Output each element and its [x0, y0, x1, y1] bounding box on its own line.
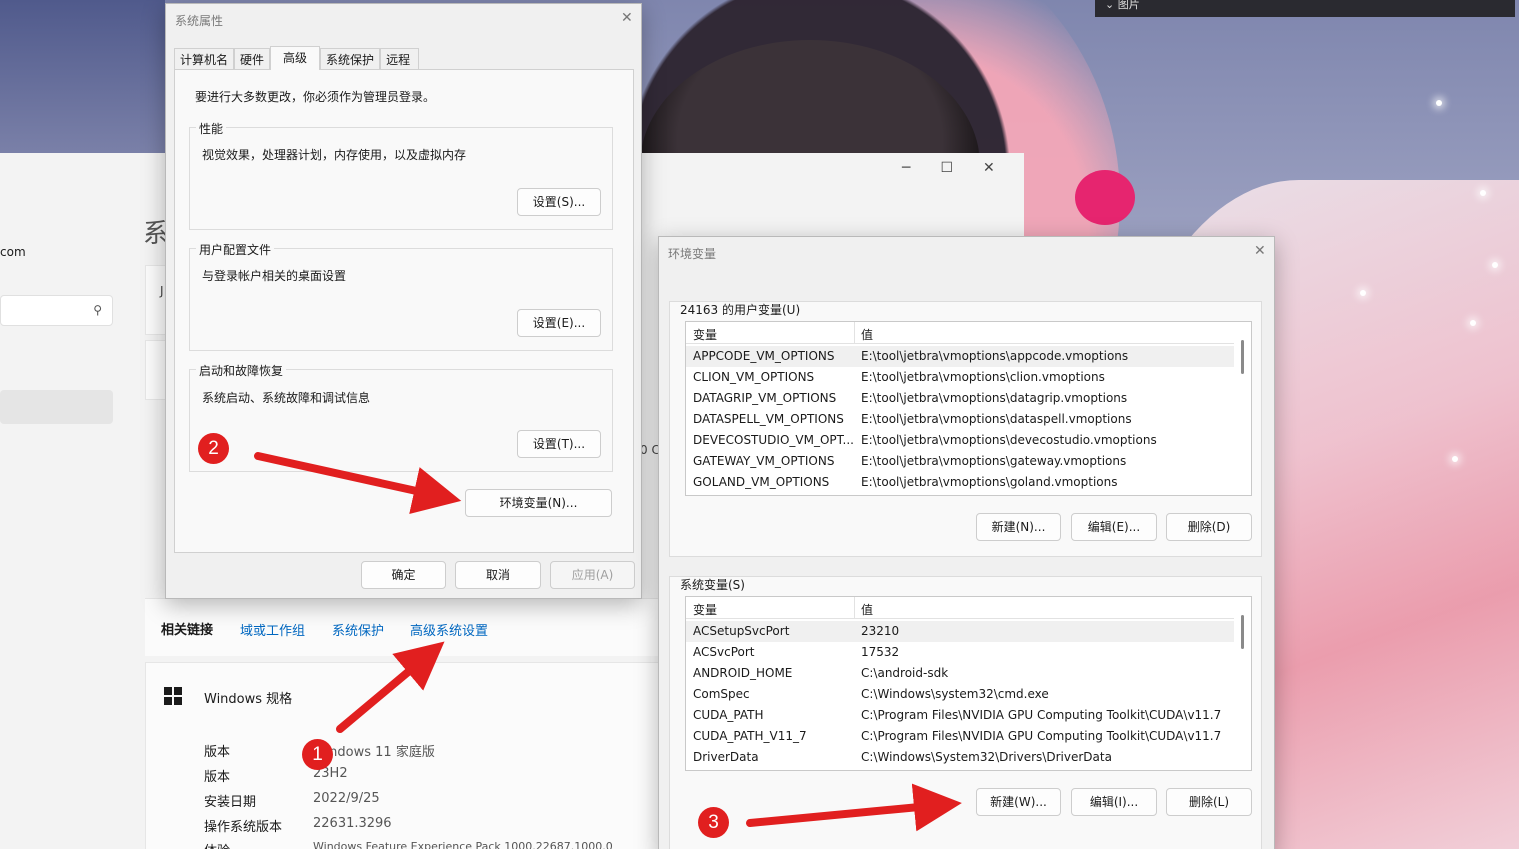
- step-badge-3: 3: [698, 807, 729, 838]
- step-badge-2: 2: [198, 433, 229, 464]
- tab-advanced[interactable]: 高级: [270, 46, 321, 70]
- arrow-to-advanced-settings-link: [336, 641, 445, 733]
- arrow-to-new-system-variable: [746, 783, 962, 832]
- step-badge-1: 1: [302, 739, 333, 770]
- annotation-arrows: [254, 452, 962, 832]
- arrow-to-env-button: [254, 452, 462, 514]
